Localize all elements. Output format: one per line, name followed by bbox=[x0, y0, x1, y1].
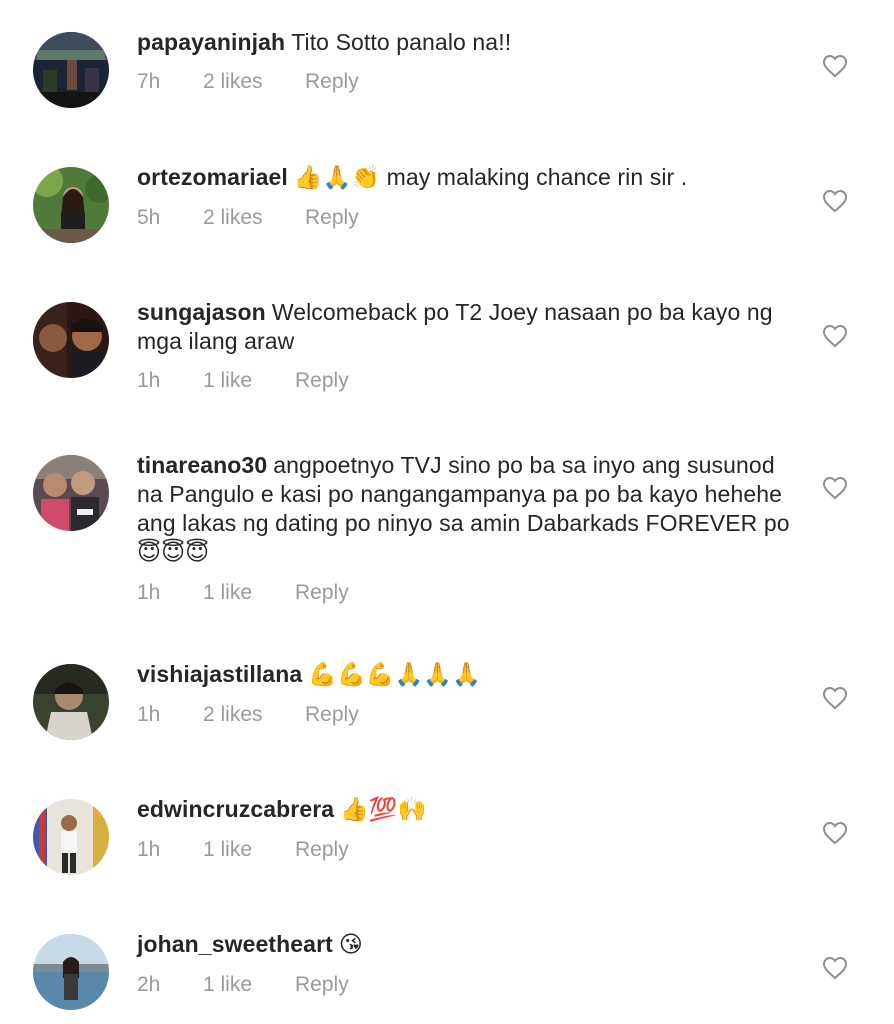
comment-time: 1h bbox=[137, 581, 161, 604]
comment-likes[interactable]: 1 like bbox=[203, 580, 252, 606]
reply-button[interactable]: Reply bbox=[295, 972, 349, 998]
comment-likes[interactable]: 2 likes bbox=[203, 205, 263, 231]
comment-emojis: 👍🙏👏 bbox=[293, 165, 381, 191]
reply-button[interactable]: Reply bbox=[295, 837, 349, 863]
avatar[interactable] bbox=[33, 664, 109, 740]
heart-outline-icon[interactable] bbox=[822, 324, 848, 348]
comment-text: sungajason Welcomeback po T2 Joey nasaan … bbox=[137, 298, 797, 356]
comment-time: 1h bbox=[137, 838, 161, 861]
comment-text: papayaninjah Tito Sotto panalo na!! bbox=[137, 28, 797, 57]
avatar[interactable] bbox=[33, 32, 109, 108]
reply-button[interactable]: Reply bbox=[295, 580, 349, 606]
avatar[interactable] bbox=[33, 167, 109, 243]
comment-text: johan_sweetheart 😘 bbox=[137, 930, 797, 960]
comment-likes[interactable]: 2 likes bbox=[203, 702, 263, 728]
comment-emojis: 😇😇😇 bbox=[137, 540, 210, 566]
comment-likes[interactable]: 2 likes bbox=[203, 69, 263, 95]
comment-likes[interactable]: 1 like bbox=[203, 837, 252, 863]
comment-time: 5h bbox=[137, 206, 161, 229]
avatar[interactable] bbox=[33, 799, 109, 875]
comment-time: 1h bbox=[137, 369, 161, 392]
heart-outline-icon[interactable] bbox=[822, 476, 848, 500]
heart-outline-icon[interactable] bbox=[822, 821, 848, 845]
comment-text: ortezomariael 👍🙏👏 may malaking chance rin… bbox=[137, 163, 797, 193]
comment-text: tinareano30 angpoetnyo TVJ sino po ba sa … bbox=[137, 451, 797, 568]
comment-emojis: 👍💯🙌 bbox=[340, 797, 427, 823]
comment-username[interactable]: ortezomariael bbox=[137, 164, 288, 190]
comment-text: edwincruzcabrera 👍💯🙌 bbox=[137, 795, 797, 825]
avatar[interactable] bbox=[33, 934, 109, 1010]
comment-body: Tito Sotto panalo na!! bbox=[291, 29, 512, 55]
comment-likes[interactable]: 1 like bbox=[203, 368, 252, 394]
avatar[interactable] bbox=[33, 455, 109, 531]
comment-emojis: 💪💪💪🙏🙏🙏 bbox=[308, 662, 481, 688]
comment-username[interactable]: sungajason bbox=[137, 299, 266, 325]
heart-outline-icon[interactable] bbox=[822, 956, 848, 980]
comment-time: 7h bbox=[137, 70, 161, 93]
comment-username[interactable]: papayaninjah bbox=[137, 29, 285, 55]
comment-likes[interactable]: 1 like bbox=[203, 972, 252, 998]
comment-username[interactable]: vishiajastillana bbox=[137, 661, 302, 687]
heart-outline-icon[interactable] bbox=[822, 686, 848, 710]
reply-button[interactable]: Reply bbox=[295, 368, 349, 394]
comment-text: vishiajastillana 💪💪💪🙏🙏🙏 bbox=[137, 660, 797, 690]
reply-button[interactable]: Reply bbox=[305, 69, 359, 95]
comment-time: 2h bbox=[137, 973, 161, 996]
reply-button[interactable]: Reply bbox=[305, 205, 359, 231]
comment-username[interactable]: edwincruzcabrera bbox=[137, 796, 334, 822]
comment-username[interactable]: tinareano30 bbox=[137, 452, 267, 478]
reply-button[interactable]: Reply bbox=[305, 702, 359, 728]
comment-time: 1h bbox=[137, 703, 161, 726]
comment-username[interactable]: johan_sweetheart bbox=[137, 931, 333, 957]
avatar[interactable] bbox=[33, 302, 109, 378]
comment-body: may malaking chance rin sir . bbox=[380, 164, 688, 190]
heart-outline-icon[interactable] bbox=[822, 189, 848, 213]
heart-outline-icon[interactable] bbox=[822, 54, 848, 78]
comment-emojis: 😘 bbox=[338, 932, 363, 958]
